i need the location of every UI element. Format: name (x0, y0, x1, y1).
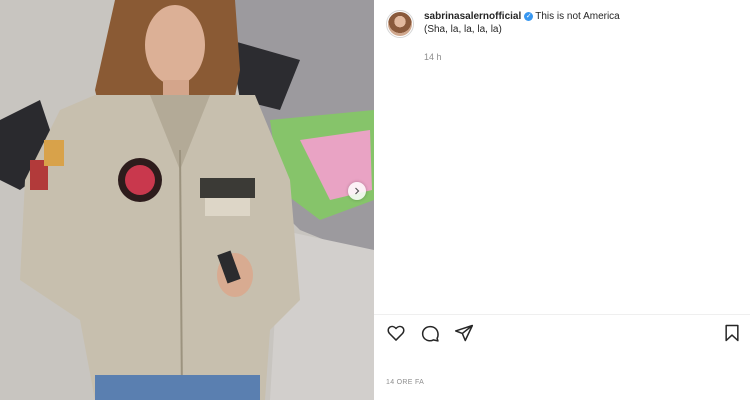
post-photo[interactable] (0, 0, 374, 400)
post-date[interactable]: 14 ORE FA (386, 379, 424, 386)
next-photo-button[interactable] (348, 182, 366, 200)
caption-line2: (Sha, la, la, la, la) (424, 24, 502, 35)
avatar-image (388, 12, 412, 36)
bookmark-icon[interactable] (722, 323, 742, 343)
caption-line1: This is not America (535, 11, 620, 22)
paper-plane-icon[interactable] (454, 323, 474, 343)
caption: sabrinasalernofficial ✓ This is not Americ… (424, 10, 620, 38)
username-link[interactable]: sabrinasalernofficial (424, 11, 521, 22)
post-details-panel: sabrinasalernofficial ✓ This is not Americ… (374, 0, 750, 400)
post-image (0, 0, 374, 400)
action-bar (386, 323, 474, 343)
comment-bubble-icon[interactable] (420, 323, 440, 343)
chevron-right-icon (355, 187, 360, 195)
heart-icon[interactable] (386, 323, 406, 343)
verified-badge-icon: ✓ (524, 11, 534, 21)
avatar[interactable] (386, 10, 414, 38)
caption-timestamp[interactable]: 14 h (424, 52, 442, 62)
caption-row: sabrinasalernofficial ✓ This is not Americ… (386, 10, 620, 38)
divider (374, 314, 750, 315)
